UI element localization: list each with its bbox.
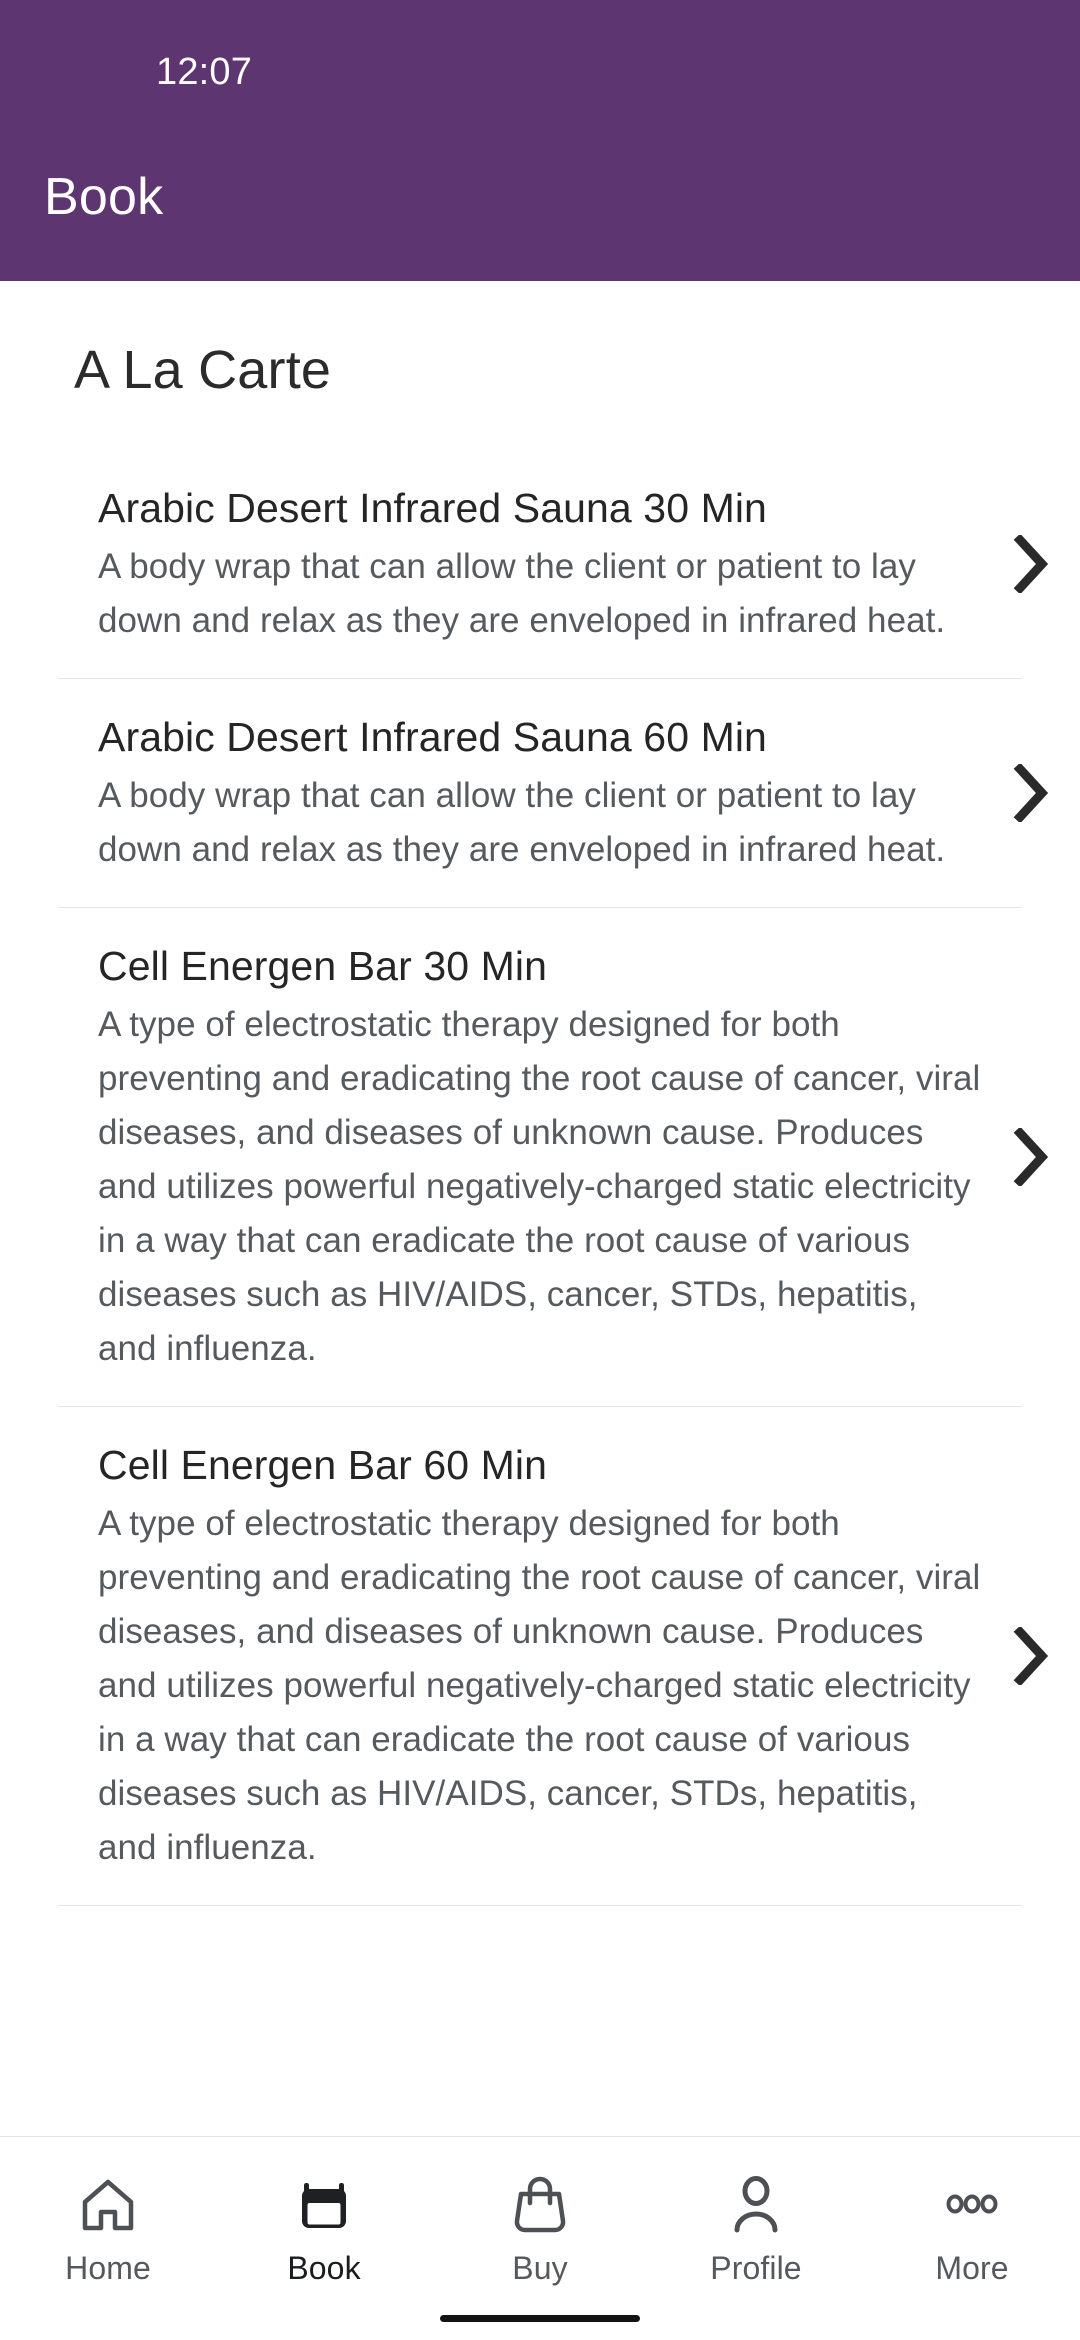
calendar-icon <box>294 2171 354 2237</box>
list-item[interactable]: Cell Energen Bar 30 Min A type of electr… <box>0 908 1080 1406</box>
tab-home-label: Home <box>65 2250 151 2286</box>
tab-book[interactable]: Book <box>216 2171 432 2292</box>
list-item-text: Arabic Desert Infrared Sauna 60 Min A bo… <box>0 679 984 907</box>
list-item-text: Arabic Desert Infrared Sauna 30 Min A bo… <box>0 450 984 678</box>
person-icon <box>726 2171 786 2237</box>
list-item-description: A body wrap that can allow the client or… <box>98 776 946 869</box>
status-bar: 12:07 <box>0 0 1080 118</box>
list-item-description: A type of electrostatic therapy designed… <box>98 1005 981 1368</box>
list-item-description: A body wrap that can allow the client or… <box>98 547 946 640</box>
section-heading: A La Carte <box>74 340 332 400</box>
bottom-navigation-tabs: Home Book Buy Profile More <box>0 2137 1080 2292</box>
tab-more[interactable]: More <box>864 2171 1080 2292</box>
status-bar-clock: 12:07 <box>156 51 253 93</box>
list-item[interactable]: Arabic Desert Infrared Sauna 30 Min A bo… <box>0 450 1080 678</box>
bottom-navigation-bar: Home Book Buy Profile More <box>0 2136 1080 2340</box>
list-divider <box>58 1905 1022 1906</box>
shopping-bag-icon <box>510 2171 570 2237</box>
list-item-text: Cell Energen Bar 30 Min A type of electr… <box>0 908 984 1406</box>
scroll-content[interactable]: A La Carte Arabic Desert Infrared Sauna … <box>0 281 1080 2136</box>
list-item-title: Arabic Desert Infrared Sauna 60 Min <box>98 714 767 760</box>
app-bar: 12:07 Book <box>0 0 1080 281</box>
page-title: Book <box>44 168 164 226</box>
list-item-text: Cell Energen Bar 60 Min A type of electr… <box>0 1407 984 1905</box>
tab-profile-label: Profile <box>710 2250 802 2286</box>
chevron-right-icon[interactable] <box>984 1627 1080 1685</box>
tab-profile[interactable]: Profile <box>648 2171 864 2292</box>
tab-book-label: Book <box>287 2250 361 2286</box>
list-item[interactable]: Cell Energen Bar 60 Min A type of electr… <box>0 1407 1080 1905</box>
list-item-title: Cell Energen Bar 30 Min <box>98 943 547 989</box>
chevron-right-icon[interactable] <box>984 764 1080 822</box>
ellipsis-icon <box>942 2171 1002 2237</box>
tab-buy[interactable]: Buy <box>432 2171 648 2292</box>
list-item-description: A type of electrostatic therapy designed… <box>98 1504 981 1867</box>
service-list: Arabic Desert Infrared Sauna 30 Min A bo… <box>0 450 1080 1906</box>
tab-home[interactable]: Home <box>0 2171 216 2292</box>
chevron-right-icon[interactable] <box>984 535 1080 593</box>
list-item-title: Cell Energen Bar 60 Min <box>98 1442 547 1488</box>
tab-buy-label: Buy <box>512 2250 568 2286</box>
list-item-title: Arabic Desert Infrared Sauna 30 Min <box>98 485 767 531</box>
chevron-right-icon[interactable] <box>984 1128 1080 1186</box>
home-indicator[interactable] <box>440 2315 640 2322</box>
app-screen: 12:07 Book A La Carte Arabic Desert Infr… <box>0 0 1080 2340</box>
list-item[interactable]: Arabic Desert Infrared Sauna 60 Min A bo… <box>0 679 1080 907</box>
home-icon <box>78 2171 138 2237</box>
tab-more-label: More <box>935 2250 1009 2286</box>
